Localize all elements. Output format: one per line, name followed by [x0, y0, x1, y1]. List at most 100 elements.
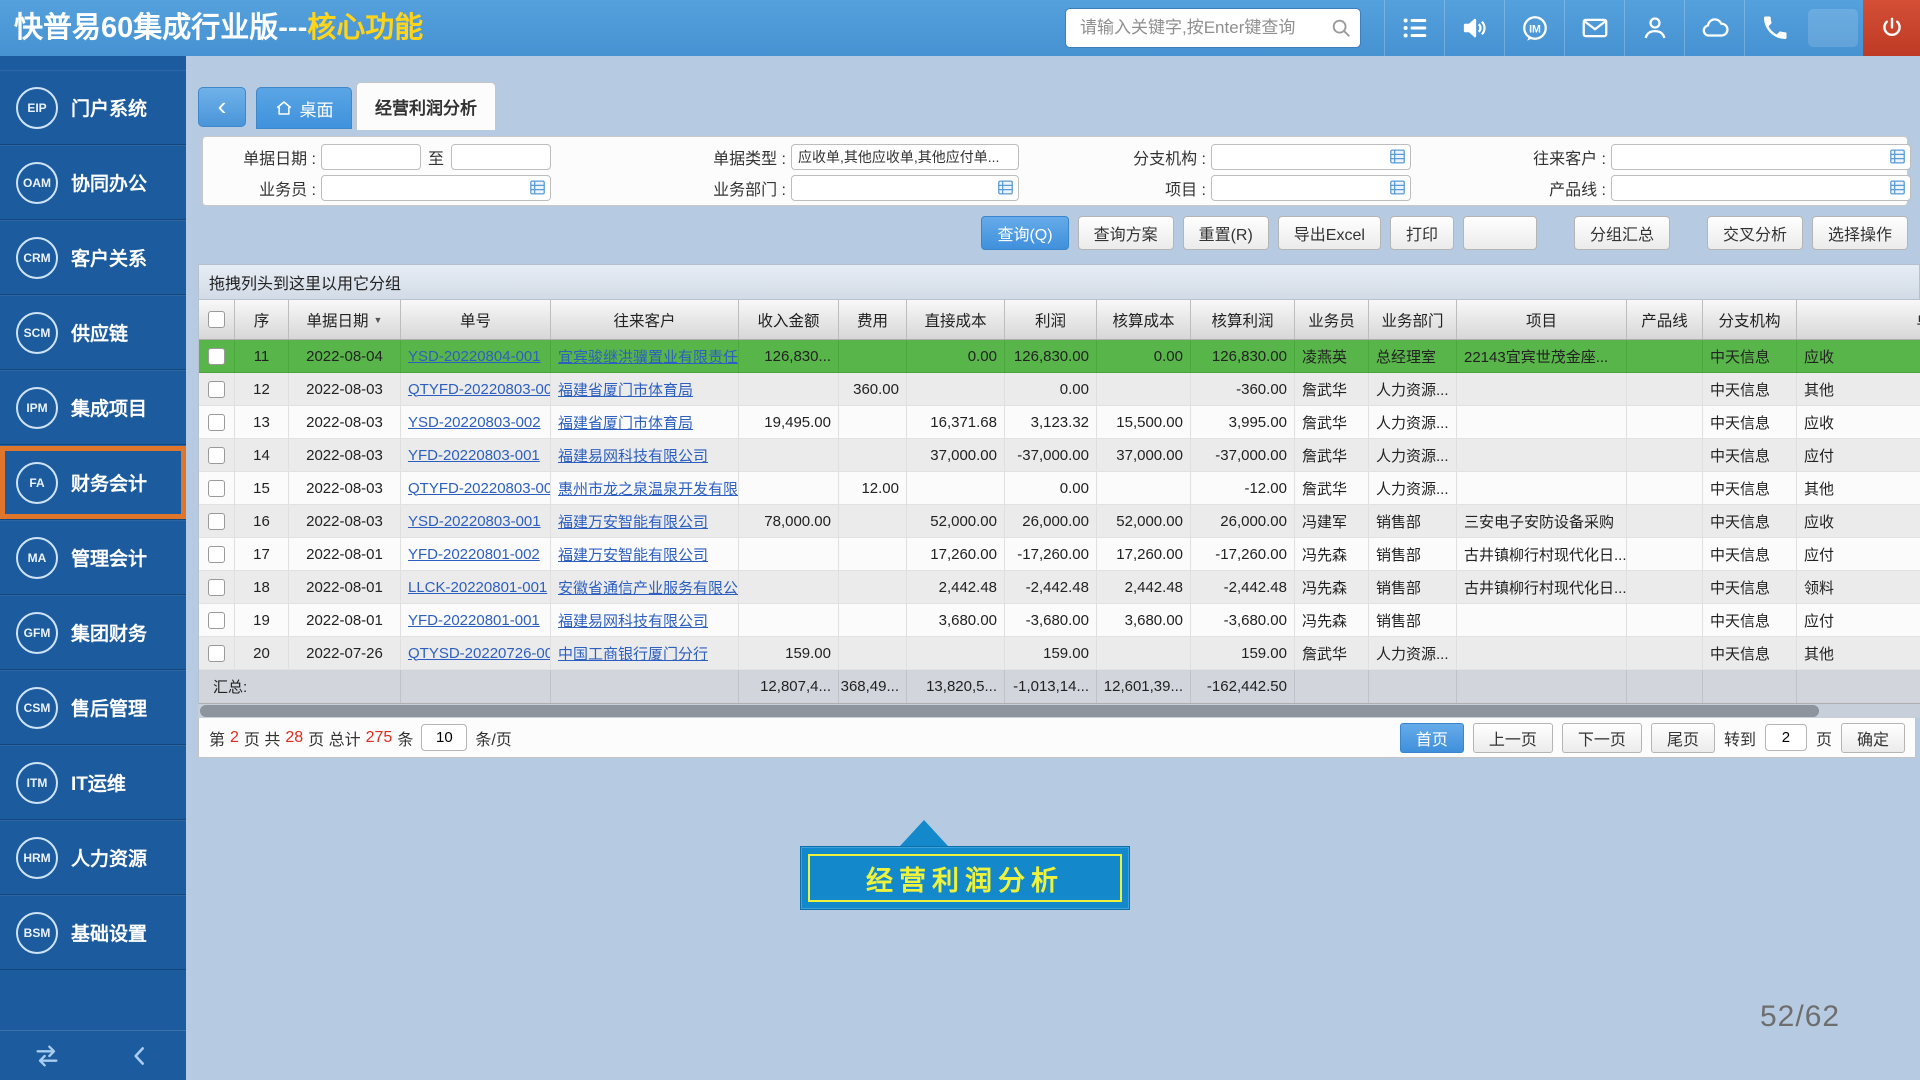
row-checkbox[interactable] — [208, 612, 225, 629]
prev-page-button[interactable]: 上一页 — [1473, 723, 1553, 753]
search-input[interactable] — [1078, 17, 1330, 39]
query-plan-button[interactable]: 查询方案 — [1078, 216, 1174, 250]
reset-button[interactable]: 重置(R) — [1183, 216, 1269, 250]
row-checkbox[interactable] — [208, 447, 225, 464]
branch-grid-picker-icon[interactable] — [1389, 148, 1406, 165]
row-checkbox[interactable] — [208, 348, 225, 365]
customer-link[interactable]: 中国工商银行厦门分行 — [558, 643, 708, 664]
customer-link[interactable]: 惠州市龙之泉温泉开发有限公... — [558, 478, 739, 499]
group-by-bar[interactable]: 拖拽列头到这里以用它分组 — [198, 264, 1920, 300]
dept-input[interactable] — [791, 175, 1019, 201]
sidebar-item-gfm[interactable]: GFM集团财务 — [0, 595, 186, 670]
customer-input[interactable] — [1611, 144, 1911, 170]
next-page-button[interactable]: 下一页 — [1562, 723, 1642, 753]
cloud-button[interactable] — [1684, 0, 1744, 56]
goto-page-input[interactable] — [1765, 724, 1807, 751]
topbar-empty-slot[interactable] — [1808, 9, 1858, 47]
column-header-acct_profit[interactable]: 核算利润 — [1191, 300, 1295, 339]
tab-operating-profit-analysis[interactable]: 经营利润分析 — [356, 82, 496, 130]
sidebar-item-hrm[interactable]: HRM人力资源 — [0, 820, 186, 895]
last-page-button[interactable]: 尾页 — [1651, 723, 1715, 753]
menu-list-button[interactable] — [1384, 0, 1444, 56]
im-button[interactable]: IM — [1504, 0, 1564, 56]
doc_no-link[interactable]: YFD-20220801-002 — [408, 546, 540, 563]
goto-confirm-button[interactable]: 确定 — [1841, 723, 1905, 753]
column-header-seq[interactable]: 序 — [235, 300, 289, 339]
sidebar-item-eip[interactable]: EIP门户系统 — [0, 70, 186, 145]
back-button[interactable]: ‹ — [198, 87, 246, 127]
doc-date-to-input[interactable] — [451, 144, 551, 170]
customer-link[interactable]: 福建省厦门市体育局 — [558, 412, 693, 433]
sidebar-item-scm[interactable]: SCM供应链 — [0, 295, 186, 370]
customer-link[interactable]: 安徽省通信产业服务有限公司 — [558, 577, 739, 598]
column-header-acct_cost[interactable]: 核算成本 — [1097, 300, 1191, 339]
query-button[interactable]: 查询(Q) — [981, 216, 1068, 250]
column-header-project[interactable]: 项目 — [1457, 300, 1627, 339]
sidebar-item-ipm[interactable]: IPM集成项目 — [0, 370, 186, 445]
table-row[interactable]: 192022-08-01YFD-20220801-001福建易网科技有限公司3,… — [199, 604, 1920, 637]
doc_no-link[interactable]: QTYSD-20220726-001 — [408, 645, 551, 662]
table-row[interactable]: 112022-08-04YSD-20220804-001宜宾骏继洪骥置业有限责任… — [199, 340, 1920, 373]
table-row[interactable]: 162022-08-03YSD-20220803-001福建万安智能有限公司78… — [199, 505, 1920, 538]
doc_no-link[interactable]: YSD-20220803-001 — [408, 513, 541, 530]
doc_no-link[interactable]: YSD-20220803-002 — [408, 414, 541, 431]
print-button[interactable]: 打印 — [1390, 216, 1454, 250]
customer-link[interactable]: 福建万安智能有限公司 — [558, 544, 708, 565]
column-header-fee[interactable]: 费用 — [839, 300, 907, 339]
column-header-branch[interactable]: 分支机构 — [1703, 300, 1797, 339]
speaker-button[interactable] — [1444, 0, 1504, 56]
row-checkbox[interactable] — [208, 381, 225, 398]
table-row[interactable]: 132022-08-03YSD-20220803-002福建省厦门市体育局19,… — [199, 406, 1920, 439]
column-header-product_line[interactable]: 产品线 — [1627, 300, 1703, 339]
column-header-check[interactable] — [199, 300, 235, 339]
customer-link[interactable]: 福建省厦门市体育局 — [558, 379, 693, 400]
row-checkbox[interactable] — [208, 579, 225, 596]
salesman-input[interactable] — [321, 175, 551, 201]
horizontal-scrollbar-thumb[interactable] — [200, 705, 1819, 717]
sidebar-item-bsm[interactable]: BSM基础设置 — [0, 895, 186, 970]
sidebar-item-crm[interactable]: CRM客户关系 — [0, 220, 186, 295]
doc-type-input[interactable] — [791, 144, 1019, 170]
sidebar-item-oam[interactable]: OAM协同办公 — [0, 145, 186, 220]
column-header-profit[interactable]: 利润 — [1005, 300, 1097, 339]
select-all-checkbox[interactable] — [208, 311, 225, 328]
sidebar-item-ma[interactable]: MA管理会计 — [0, 520, 186, 595]
customer-link[interactable]: 福建易网科技有限公司 — [558, 445, 708, 466]
cross-analysis-button[interactable]: 交叉分析 — [1707, 216, 1803, 250]
doc_no-link[interactable]: YSD-20220804-001 — [408, 348, 541, 365]
sidebar-item-itm[interactable]: ITMIT运维 — [0, 745, 186, 820]
project-grid-picker-icon[interactable] — [1389, 179, 1406, 196]
tab-desktop[interactable]: 桌面 — [256, 87, 352, 129]
column-header-date[interactable]: 单据日期▼ — [289, 300, 401, 339]
power-button[interactable] — [1863, 0, 1920, 56]
mail-button[interactable] — [1564, 0, 1624, 56]
doc_no-link[interactable]: LLCK-20220801-001 — [408, 579, 547, 596]
customer-link[interactable]: 福建万安智能有限公司 — [558, 511, 708, 532]
doc_no-link[interactable]: QTYFD-20220803-002 — [408, 381, 551, 398]
product-line-grid-picker-icon[interactable] — [1889, 179, 1906, 196]
swap-arrows-icon[interactable] — [33, 1042, 61, 1070]
collapse-chevron-icon[interactable] — [127, 1043, 153, 1069]
row-checkbox[interactable] — [208, 645, 225, 662]
row-checkbox[interactable] — [208, 414, 225, 431]
branch-input[interactable] — [1211, 144, 1411, 170]
column-header-salesman[interactable]: 业务员 — [1295, 300, 1369, 339]
salesman-grid-picker-icon[interactable] — [529, 179, 546, 196]
table-row[interactable]: 152022-08-03QTYFD-20220803-001惠州市龙之泉温泉开发… — [199, 472, 1920, 505]
group-summary-button[interactable]: 分组汇总 — [1574, 216, 1670, 250]
project-input[interactable] — [1211, 175, 1411, 201]
sidebar-item-fa[interactable]: FA财务会计 — [0, 445, 186, 520]
doc_no-link[interactable]: QTYFD-20220803-001 — [408, 480, 551, 497]
table-row[interactable]: 142022-08-03YFD-20220803-001福建易网科技有限公司37… — [199, 439, 1920, 472]
table-row[interactable]: 202022-07-26QTYSD-20220726-001中国工商银行厦门分行… — [199, 637, 1920, 670]
phone-button[interactable] — [1744, 0, 1804, 56]
select-operation-button[interactable]: 选择操作 — [1812, 216, 1908, 250]
column-header-direct_cost[interactable]: 直接成本 — [907, 300, 1005, 339]
table-row[interactable]: 182022-08-01LLCK-20220801-001安徽省通信产业服务有限… — [199, 571, 1920, 604]
doc_no-link[interactable]: YFD-20220803-001 — [408, 447, 540, 464]
sidebar-item-csm[interactable]: CSM售后管理 — [0, 670, 186, 745]
table-row[interactable]: 172022-08-01YFD-20220801-002福建万安智能有限公司17… — [199, 538, 1920, 571]
column-header-doc_type[interactable]: 单据类型 — [1797, 300, 1920, 339]
customer-grid-picker-icon[interactable] — [1889, 148, 1906, 165]
dept-grid-picker-icon[interactable] — [997, 179, 1014, 196]
